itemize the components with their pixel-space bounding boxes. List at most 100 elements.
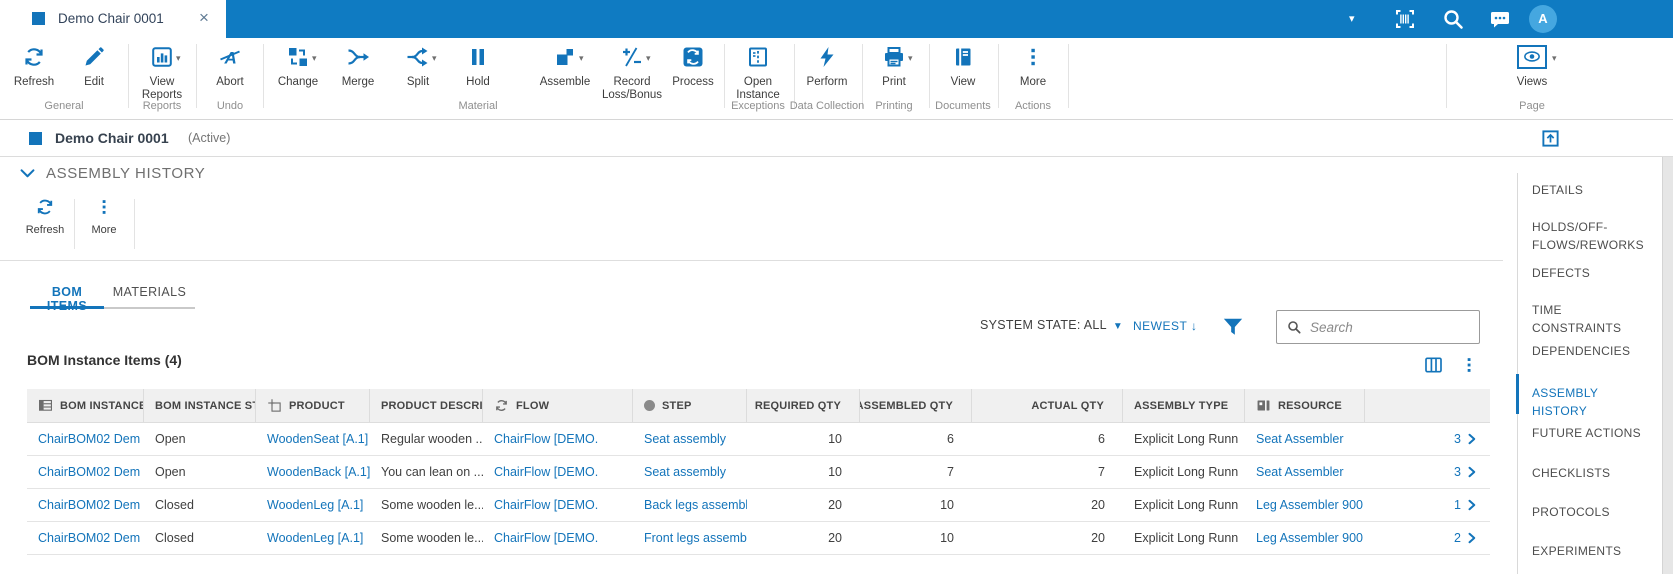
barcode-scan-icon[interactable] (1393, 7, 1417, 31)
sidebar-item-experiments[interactable]: EXPERIMENTS (1532, 542, 1654, 560)
header-product[interactable]: PRODUCT (256, 389, 370, 422)
record-status: (Active) (188, 131, 231, 145)
product-link[interactable]: WoodenBack [A.1] (267, 465, 370, 479)
detail-count-link[interactable]: 3 (1454, 465, 1461, 479)
state-cell: Open (155, 465, 186, 479)
header-assembled-qty[interactable]: ASSEMBLED QTY (860, 389, 972, 422)
topbar-dropdown-caret-icon[interactable]: ▾ (1349, 12, 1355, 25)
header-flow[interactable]: FLOW (483, 389, 633, 422)
state-cell: Open (155, 432, 186, 446)
flow-link[interactable]: ChairFlow [DEMO. (494, 498, 598, 512)
column-settings-icon[interactable] (1423, 355, 1444, 375)
table-more-icon[interactable] (1459, 354, 1479, 376)
flow-link[interactable]: ChairFlow [DEMO. (494, 531, 598, 545)
open-instance-button[interactable]: Open Instance (720, 45, 796, 102)
view-reports-button[interactable]: ▾ View Reports (124, 45, 200, 102)
header-bom-instance-state[interactable]: BOM INSTANCE STA... (144, 389, 256, 422)
tab-bom-items[interactable]: BOM ITEMS (30, 281, 104, 313)
user-avatar[interactable]: A (1529, 5, 1557, 33)
sidebar-item-protocols[interactable]: PROTOCOLS (1532, 503, 1654, 521)
edit-button[interactable]: Edit (56, 45, 132, 89)
header-resource[interactable]: RESOURCE (1245, 389, 1365, 422)
table-row[interactable]: ChairBOM02 Dem Closed WoodenLeg [A.1] So… (27, 522, 1490, 555)
resource-link[interactable]: Leg Assembler 900 (1256, 531, 1363, 545)
detail-count-link[interactable]: 1 (1454, 498, 1461, 512)
header-step[interactable]: STEP (633, 389, 747, 422)
detail-count-link[interactable]: 3 (1454, 432, 1461, 446)
flow-cycle-icon (494, 398, 509, 413)
bom-instance-link[interactable]: ChairBOM02 Dem (38, 432, 140, 446)
sidebar-item-defects[interactable]: DEFECTS (1532, 264, 1654, 282)
chevron-right-icon[interactable] (1466, 433, 1478, 445)
detail-count-link[interactable]: 2 (1454, 531, 1461, 545)
flow-link[interactable]: ChairFlow [DEMO. (494, 465, 598, 479)
vertical-scrollbar[interactable] (1662, 157, 1673, 574)
chat-icon[interactable] (1488, 8, 1512, 32)
sidebar-item-time-constraints[interactable]: TIME CONSTRAINTS (1532, 301, 1654, 337)
header-actual-qty[interactable]: ACTUAL QTY (972, 389, 1123, 422)
ribbon-divider (998, 44, 999, 108)
product-link[interactable]: WoodenSeat [A.1] (267, 432, 368, 446)
resource-machine-icon (1256, 398, 1271, 413)
bom-instance-link[interactable]: ChairBOM02 Dem (38, 465, 140, 479)
filter-funnel-icon[interactable] (1222, 316, 1244, 338)
search-box[interactable] (1276, 310, 1480, 344)
resource-link[interactable]: Leg Assembler 900 (1256, 498, 1363, 512)
product-link[interactable]: WoodenLeg [A.1] (267, 498, 363, 512)
section-refresh-button[interactable]: Refresh (20, 197, 70, 236)
document-icon (951, 45, 975, 69)
sort-newest-control[interactable]: NEWEST ↓ (1133, 319, 1197, 333)
step-link[interactable]: Seat assembly (644, 465, 726, 479)
assemble-button[interactable]: ▾ Assemble (527, 45, 603, 89)
header-required-qty[interactable]: REQUIRED QTY (747, 389, 860, 422)
resource-link[interactable]: Seat Assembler (1256, 432, 1344, 446)
ribbon-group-label: Page (1519, 100, 1545, 112)
more-actions-button[interactable]: More (995, 45, 1071, 89)
sidebar-item-holds[interactable]: HOLDS/OFF-FLOWS/REWORKS (1532, 218, 1654, 254)
bom-instance-link[interactable]: ChairBOM02 Dem (38, 531, 140, 545)
page-tab[interactable]: Demo Chair 0001 × (0, 0, 226, 38)
resource-link[interactable]: Seat Assembler (1256, 465, 1344, 479)
global-search-icon[interactable] (1441, 7, 1465, 31)
step-link[interactable]: Seat assembly (644, 432, 726, 446)
split-icon (406, 45, 430, 69)
header-bom-instance[interactable]: BOM INSTANCE (27, 389, 144, 422)
search-input[interactable] (1310, 319, 1470, 335)
tab-materials[interactable]: MATERIALS (104, 281, 195, 309)
pop-out-icon[interactable] (1541, 129, 1560, 148)
abort-button[interactable]: Abort (192, 45, 268, 89)
sidebar-item-assembly-history[interactable]: ASSEMBLY HISTORY (1532, 384, 1654, 420)
section-header[interactable]: ASSEMBLY HISTORY (18, 164, 205, 183)
assembly-type-cell: Explicit Long Runn (1134, 531, 1239, 545)
perform-button[interactable]: Perform (789, 45, 865, 89)
chevron-down-icon[interactable] (18, 164, 37, 183)
ribbon-divider (1446, 44, 1447, 108)
chevron-right-icon[interactable] (1466, 466, 1478, 478)
view-documents-button[interactable]: View (925, 45, 1001, 89)
step-link[interactable]: Front legs assemb (644, 531, 747, 545)
table-header-row: BOM INSTANCE BOM INSTANCE STA... PRODUCT… (27, 389, 1490, 423)
table-row[interactable]: ChairBOM02 Dem Open WoodenBack [A.1] You… (27, 456, 1490, 489)
header-assembly-type[interactable]: ASSEMBLY TYPE (1123, 389, 1245, 422)
table-row[interactable]: ChairBOM02 Dem Open WoodenSeat [A.1] Reg… (27, 423, 1490, 456)
dropdown-caret-icon: ▾ (1552, 53, 1557, 63)
views-button[interactable]: ▾ Views (1494, 45, 1570, 89)
table-row[interactable]: ChairBOM02 Dem Closed WoodenLeg [A.1] So… (27, 489, 1490, 522)
print-button[interactable]: ▾ Print (856, 45, 932, 89)
sidebar-item-checklists[interactable]: CHECKLISTS (1532, 464, 1654, 482)
step-link[interactable]: Back legs assembl (644, 498, 747, 512)
sidebar-item-future-actions[interactable]: FUTURE ACTIONS (1532, 424, 1654, 442)
refresh-icon (35, 197, 55, 217)
section-more-button[interactable]: More (79, 197, 129, 236)
bom-instance-link[interactable]: ChairBOM02 Dem (38, 498, 140, 512)
sidebar-item-details[interactable]: DETAILS (1532, 181, 1654, 199)
tab-close-icon[interactable]: × (194, 8, 214, 28)
hold-button[interactable]: Hold (440, 45, 516, 89)
chevron-right-icon[interactable] (1466, 532, 1478, 544)
header-product-description[interactable]: PRODUCT DESCRIP... (370, 389, 483, 422)
system-state-filter[interactable]: SYSTEM STATE: ALL ▼ (980, 318, 1123, 332)
product-link[interactable]: WoodenLeg [A.1] (267, 531, 363, 545)
flow-link[interactable]: ChairFlow [DEMO. (494, 432, 598, 446)
chevron-right-icon[interactable] (1466, 499, 1478, 511)
sidebar-item-dependencies[interactable]: DEPENDENCIES (1532, 342, 1654, 360)
